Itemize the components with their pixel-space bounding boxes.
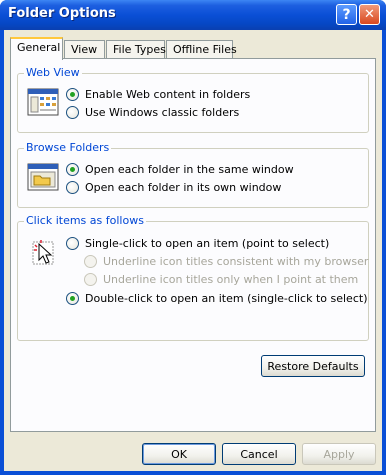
close-icon: ✕ [364,7,375,22]
radio-classic-folders[interactable] [66,106,79,119]
folder-options-window: Folder Options ? ✕ General View File Typ… [0,0,386,475]
title-bar[interactable]: Folder Options ? ✕ [0,0,386,30]
option-own-window[interactable]: Open each folder in its own window [66,181,281,194]
close-button[interactable]: ✕ [359,4,380,25]
radio-single-click[interactable] [66,237,79,250]
web-view-icon [27,88,59,116]
option-double-click-label: Double-click to open an item (single-cli… [85,292,368,305]
window-title: Folder Options [8,6,116,21]
help-icon: ? [342,6,351,23]
radio-same-window[interactable] [66,163,79,176]
tab-file-types[interactable]: File Types [106,40,166,59]
click-pointer-icon [32,240,54,265]
cancel-button[interactable]: Cancel [222,443,296,465]
radio-underline-browser[interactable] [84,255,97,268]
general-tab-panel: Web View Enable Web content in folders U… [10,58,376,432]
option-single-click[interactable]: Single-click to open an item (point to s… [66,237,329,250]
click-items-group: Click items as follows Single-click to o… [17,214,369,341]
option-enable-web-content[interactable]: Enable Web content in folders [66,88,250,101]
option-same-window-label: Open each folder in the same window [85,163,294,176]
option-classic-folders[interactable]: Use Windows classic folders [66,106,239,119]
option-enable-web-content-label: Enable Web content in folders [85,88,251,101]
option-underline-browser-label: Underline icon titles consistent with my… [103,255,369,268]
browse-folders-icon [27,163,59,191]
browse-folders-label: Browse Folders [24,141,112,154]
tab-view[interactable]: View [64,40,105,59]
option-double-click[interactable]: Double-click to open an item (single-cli… [66,292,367,305]
option-same-window[interactable]: Open each folder in the same window [66,163,294,176]
radio-own-window[interactable] [66,181,79,194]
radio-double-click[interactable] [66,292,79,305]
radio-underline-point[interactable] [84,273,97,286]
ok-button[interactable]: OK [142,443,216,465]
tab-general[interactable]: General [10,37,63,60]
apply-button[interactable]: Apply [302,443,376,465]
option-underline-point-label: Underline icon titles only when I point … [103,273,359,286]
option-underline-point[interactable]: Underline icon titles only when I point … [84,273,358,286]
option-underline-browser[interactable]: Underline icon titles consistent with my… [84,255,368,268]
dialog-client-area: General View File Types Offline Files We… [4,30,382,471]
help-button[interactable]: ? [336,4,357,25]
radio-enable-web-content[interactable] [66,88,79,101]
browse-folders-group: Browse Folders Open each folder in the s… [17,141,369,208]
tab-offline-files[interactable]: Offline Files [166,40,237,59]
option-own-window-label: Open each folder in its own window [85,181,282,194]
web-view-label: Web View [24,66,82,79]
click-items-label: Click items as follows [24,214,146,227]
option-single-click-label: Single-click to open an item (point to s… [85,237,330,250]
web-view-group: Web View Enable Web content in folders U… [17,66,369,133]
restore-defaults-button[interactable]: Restore Defaults [261,355,365,377]
option-classic-folders-label: Use Windows classic folders [85,106,240,119]
